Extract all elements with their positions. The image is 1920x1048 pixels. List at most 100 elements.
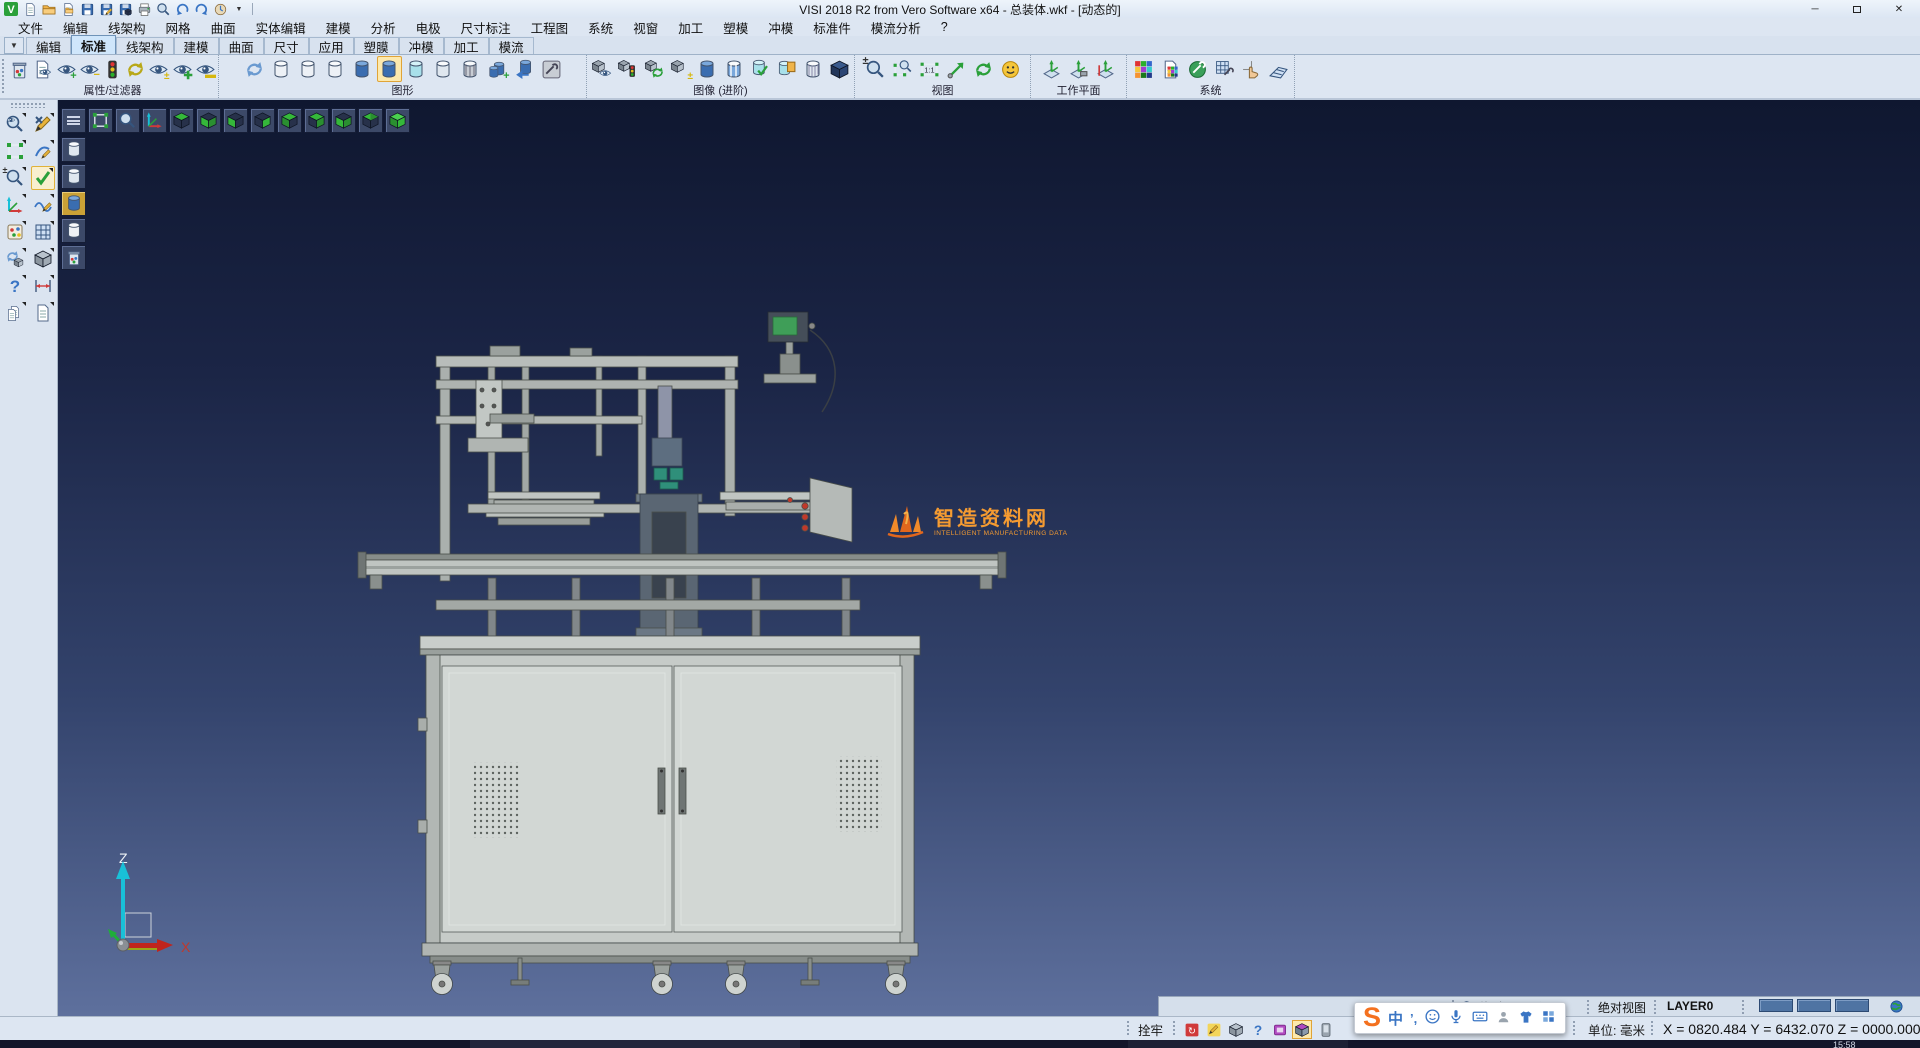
menu-mesh[interactable]: 网格: [156, 17, 201, 38]
zoom-search-icon[interactable]: [3, 112, 27, 136]
menu-modeling[interactable]: 建模: [316, 17, 361, 38]
import-icon[interactable]: [60, 2, 76, 17]
quick-access-dropdown-icon[interactable]: ▼: [231, 2, 247, 17]
menu-dimension[interactable]: 尺寸标注: [451, 17, 521, 38]
grid-settings-icon[interactable]: [1266, 56, 1291, 82]
rotate-view-icon[interactable]: [971, 56, 996, 82]
menu-system[interactable]: 系统: [578, 17, 623, 38]
layer-cyan-icon[interactable]: [404, 56, 429, 82]
layer-outline-icon[interactable]: [431, 56, 456, 82]
toggle-visibility-icon[interactable]: ±: [148, 56, 169, 82]
menu-surface[interactable]: 曲面: [201, 17, 246, 38]
layer-strip-empty-2[interactable]: [61, 164, 86, 189]
layer-current-icon[interactable]: [350, 56, 375, 82]
view-axes-icon[interactable]: [142, 108, 167, 133]
workplane-view-icon[interactable]: [1039, 56, 1064, 82]
highlight-pencil-icon[interactable]: [1204, 1020, 1224, 1039]
tab-dimension[interactable]: 尺寸: [264, 37, 309, 54]
tab-die[interactable]: 冲模: [399, 37, 444, 54]
body-hatched-icon[interactable]: [801, 56, 826, 82]
punctuation-icon[interactable]: ’,: [1410, 1011, 1417, 1026]
add-visible-icon[interactable]: ✚: [172, 56, 193, 82]
preview-icon[interactable]: [155, 2, 171, 17]
open-folder-icon[interactable]: [41, 2, 57, 17]
tab-dropdown-icon[interactable]: ▼: [4, 37, 24, 54]
body-sheet-icon[interactable]: [775, 56, 800, 82]
zoom-window-frame-icon[interactable]: [3, 139, 27, 163]
layer-empty-icon-3[interactable]: [323, 56, 348, 82]
refresh-layers-icon[interactable]: [242, 56, 267, 82]
view-fit-icon[interactable]: [88, 108, 113, 133]
view-zoom-icon[interactable]: [115, 108, 140, 133]
solids-show-icon[interactable]: [589, 56, 614, 82]
print-icon[interactable]: [136, 2, 152, 17]
tab-machining[interactable]: 加工: [444, 37, 489, 54]
tab-edit[interactable]: 编辑: [26, 37, 71, 54]
zoom-plus-minus-icon[interactable]: ±: [3, 166, 27, 190]
menu-window[interactable]: 视窗: [623, 17, 668, 38]
help-icon[interactable]: [1248, 1020, 1268, 1039]
save-icon[interactable]: [79, 2, 95, 17]
history-icon[interactable]: [212, 2, 228, 17]
redo-icon[interactable]: [193, 2, 209, 17]
shaded-view-icon[interactable]: [828, 56, 853, 82]
view-left-icon[interactable]: [277, 108, 302, 133]
undo-icon[interactable]: [174, 2, 190, 17]
globe-icon[interactable]: [1889, 999, 1904, 1017]
layer-strip-current-selected[interactable]: [61, 191, 86, 216]
tab-wireframe[interactable]: 线架构: [116, 37, 174, 54]
move-axes-icon[interactable]: [3, 193, 27, 217]
delete-attributes-icon[interactable]: [9, 56, 30, 82]
solids-toggle-icon[interactable]: ±: [669, 56, 694, 82]
menu-solid-edit[interactable]: 实体编辑: [246, 17, 316, 38]
body-check-icon[interactable]: [748, 56, 773, 82]
remove-visible-icon[interactable]: ▬: [195, 56, 216, 82]
table-settings-icon[interactable]: [1212, 56, 1237, 82]
menu-mold[interactable]: 塑模: [713, 17, 758, 38]
layer-tools-icon[interactable]: [539, 56, 564, 82]
attribute-palette-icon-left[interactable]: [3, 220, 27, 244]
workplane-entity-icon[interactable]: [1066, 56, 1091, 82]
refresh-solid-icon[interactable]: [3, 247, 27, 271]
view-right-icon[interactable]: [304, 108, 329, 133]
render-face-icon[interactable]: [998, 56, 1023, 82]
microphone-icon[interactable]: [1448, 1008, 1464, 1028]
ribbon-grip[interactable]: [1, 58, 6, 95]
body-blue-icon[interactable]: [695, 56, 720, 82]
solids-filter-icon[interactable]: [616, 56, 641, 82]
tab-application[interactable]: 应用: [309, 37, 354, 54]
skin-shirt-icon[interactable]: [1518, 1009, 1534, 1028]
layer-hatched-icon[interactable]: [458, 56, 483, 82]
tab-surface[interactable]: 曲面: [219, 37, 264, 54]
lock-label[interactable]: 拴牢: [1138, 1020, 1163, 1039]
menu-analysis[interactable]: 分析: [361, 17, 406, 38]
grid-plane-icon[interactable]: [31, 220, 55, 244]
confirm-check-icon[interactable]: [31, 166, 55, 190]
layer-add-icon[interactable]: +: [485, 56, 510, 82]
windows-taskbar[interactable]: 15:58: [0, 1040, 1920, 1048]
workplane-axes-icon[interactable]: [1093, 56, 1118, 82]
body-striped-icon[interactable]: [722, 56, 747, 82]
tab-modeling[interactable]: 建模: [174, 37, 219, 54]
document-stack-icon[interactable]: [3, 301, 27, 325]
view-ref-text[interactable]: 绝对视图: [1598, 999, 1646, 1016]
layer-strip-outline[interactable]: [61, 218, 86, 243]
snap-selector-icon[interactable]: [1239, 56, 1264, 82]
document-visibility-icon[interactable]: [32, 56, 53, 82]
erase-pencil-icon[interactable]: [31, 112, 55, 136]
layer-move-icon[interactable]: [512, 56, 537, 82]
box-edit-icon[interactable]: [1226, 1020, 1246, 1039]
measure-distance-icon[interactable]: [31, 274, 55, 298]
view-top-icon[interactable]: [169, 108, 194, 133]
help-question-icon[interactable]: [3, 274, 27, 298]
sogou-logo-icon[interactable]: S: [1363, 1004, 1381, 1031]
layer-empty-icon-1[interactable]: [269, 56, 294, 82]
account-person-icon[interactable]: [1496, 1009, 1511, 1028]
view-iso-icon[interactable]: [385, 108, 410, 133]
zoom-window-icon[interactable]: [890, 56, 915, 82]
view-iso-ne-icon[interactable]: [358, 108, 383, 133]
tab-flow[interactable]: 模流: [489, 37, 534, 54]
new-document-icon[interactable]: [22, 2, 38, 17]
save-as-icon[interactable]: [98, 2, 114, 17]
shade-cube-icon[interactable]: [1292, 1020, 1312, 1039]
